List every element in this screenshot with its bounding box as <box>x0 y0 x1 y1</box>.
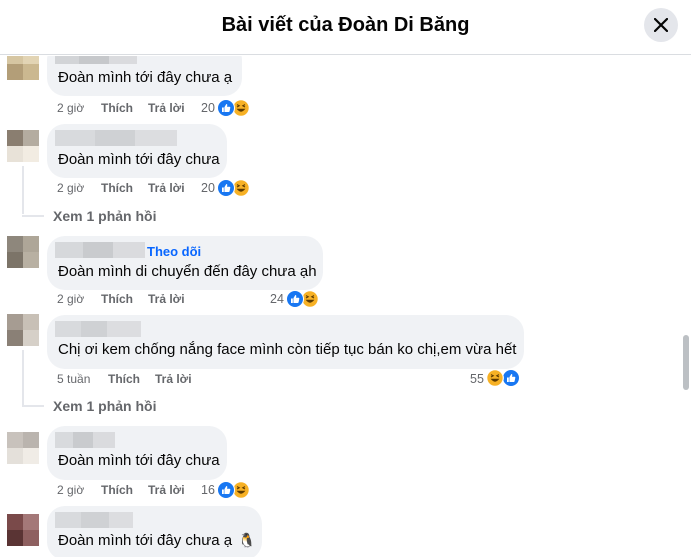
comment-bubble: Đoàn mình tới đây chưa ạ 🐧 <box>47 506 262 557</box>
avatar[interactable] <box>7 514 39 546</box>
scrollbar-track[interactable] <box>681 56 691 557</box>
dialog-title: Bài viết của Đoàn Di Băng <box>221 14 470 36</box>
reply-button[interactable]: Trả lời <box>148 181 185 195</box>
comment-time[interactable]: 5 tuần <box>57 372 90 386</box>
blurred-author-name[interactable] <box>55 242 145 258</box>
blurred-author-name[interactable] <box>55 56 137 64</box>
like-reaction-icon <box>217 481 235 499</box>
comment-text: Đoàn mình tới đây chưa ạ 🐧 <box>58 532 256 549</box>
comment-text-content: Đoàn mình tới đây chưa ạ <box>58 532 233 549</box>
scrollbar-thumb[interactable] <box>683 335 689 390</box>
blurred-author-name[interactable] <box>55 512 133 528</box>
avatar[interactable] <box>7 432 39 464</box>
blurred-author-name[interactable] <box>55 432 115 448</box>
thread-line <box>22 166 24 214</box>
thread-line <box>22 350 24 405</box>
reaction-count[interactable]: 55 <box>470 372 484 386</box>
comment-bubble: Đoàn mình tới đây chưa ạ <box>47 56 242 96</box>
reply-connector <box>22 215 44 217</box>
reaction-count[interactable]: 24 <box>270 292 284 306</box>
like-reaction-icon <box>286 290 304 308</box>
like-reaction-icon <box>217 99 235 117</box>
like-button[interactable]: Thích <box>101 292 133 306</box>
reply-button[interactable]: Trả lời <box>148 292 185 306</box>
avatar[interactable] <box>7 130 39 162</box>
haha-reaction-icon <box>486 369 504 387</box>
dialog-header: Bài viết của Đoàn Di Băng <box>0 0 691 55</box>
comment-bubble: Theo dõi Đoàn mình di chuyển đến đây chư… <box>47 236 323 290</box>
avatar[interactable] <box>7 236 39 268</box>
close-button[interactable] <box>644 8 678 42</box>
penguin-emoji: 🐧 <box>238 533 256 549</box>
like-button[interactable]: Thích <box>108 372 140 386</box>
comment-bubble: Đoàn mình tới đây chưa <box>47 124 227 178</box>
reaction-count[interactable]: 20 <box>201 101 215 115</box>
reply-button[interactable]: Trả lời <box>155 372 192 386</box>
avatar[interactable] <box>7 56 39 80</box>
follow-link[interactable]: Theo dõi <box>147 244 201 259</box>
comment-text: Đoàn mình tới đây chưa <box>58 151 220 168</box>
reply-connector <box>22 405 44 407</box>
comment-bubble: Đoàn mình tới đây chưa <box>47 426 227 480</box>
view-replies-link[interactable]: Xem 1 phản hồi <box>53 208 156 224</box>
close-icon <box>654 18 668 32</box>
comment-time[interactable]: 2 giờ <box>57 483 84 497</box>
blurred-author-name[interactable] <box>55 321 141 337</box>
view-replies-link[interactable]: Xem 1 phản hồi <box>53 398 156 414</box>
reply-button[interactable]: Trả lời <box>148 483 185 497</box>
comment-feed[interactable]: Đoàn mình tới đây chưa ạ 2 giờ Thích Trả… <box>0 56 680 557</box>
reaction-count[interactable]: 16 <box>201 483 215 497</box>
like-reaction-icon <box>502 369 520 387</box>
comment-text: Đoàn mình di chuyển đến đây chưa ạh <box>58 263 317 280</box>
like-button[interactable]: Thích <box>101 483 133 497</box>
comment-bubble: Chị ơi kem chống nắng face mình còn tiếp… <box>47 315 524 369</box>
comment-time[interactable]: 2 giờ <box>57 101 84 115</box>
like-button[interactable]: Thích <box>101 181 133 195</box>
blurred-author-name[interactable] <box>55 130 177 146</box>
comment-time[interactable]: 2 giờ <box>57 292 84 306</box>
avatar[interactable] <box>7 314 39 346</box>
comment-time[interactable]: 2 giờ <box>57 181 84 195</box>
reaction-count[interactable]: 20 <box>201 181 215 195</box>
like-reaction-icon <box>217 179 235 197</box>
reply-button[interactable]: Trả lời <box>148 101 185 115</box>
comment-text: Đoàn mình tới đây chưa ạ <box>58 69 233 86</box>
like-button[interactable]: Thích <box>101 101 133 115</box>
comment-text: Chị ơi kem chống nắng face mình còn tiếp… <box>58 341 517 358</box>
comment-text: Đoàn mình tới đây chưa <box>58 452 220 469</box>
